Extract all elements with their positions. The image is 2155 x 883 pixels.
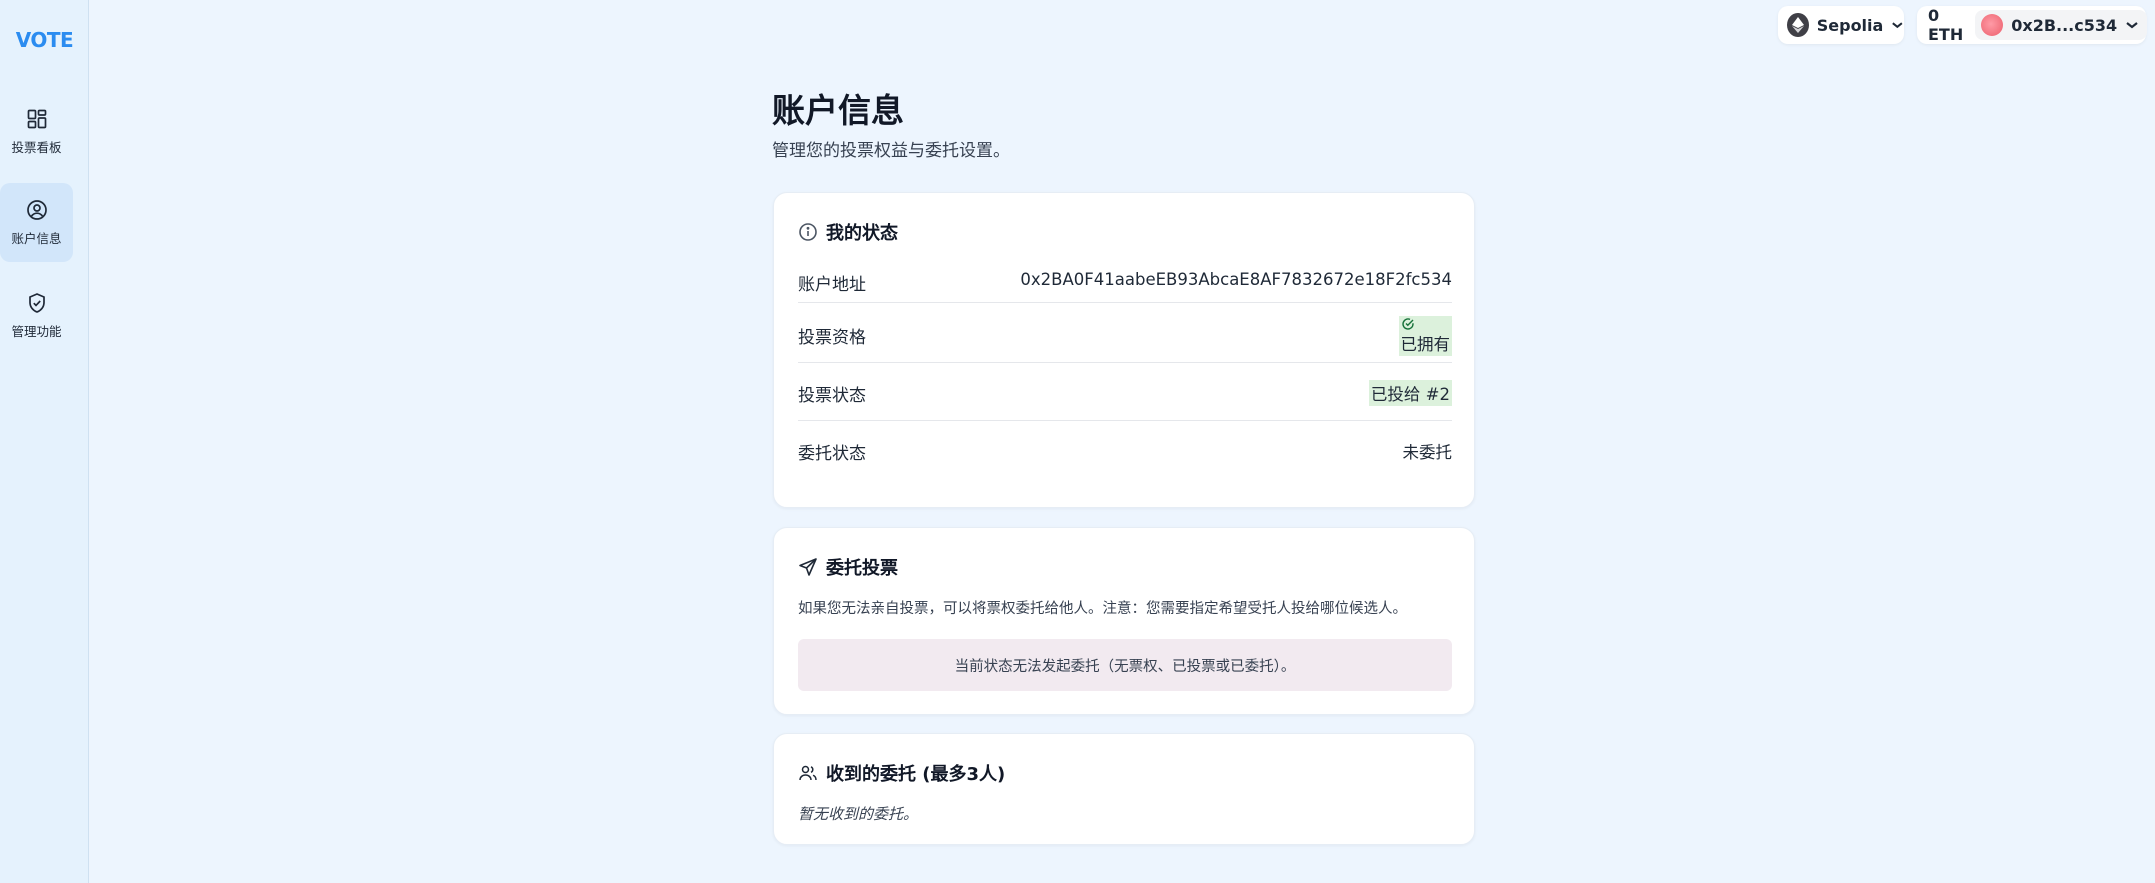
- sidebar-item-dashboard[interactable]: 投票看板: [0, 92, 73, 171]
- account-address-chip[interactable]: 0x2B...c534: [1975, 10, 2148, 40]
- row-label: 投票资格: [798, 328, 866, 348]
- user-circle-icon: [26, 200, 47, 220]
- status-row-delegation: 委托状态 未委托: [798, 421, 1452, 478]
- account-address-full[interactable]: 0x2BA0F41aabeEB93AbcaE8AF7832672e18F2fc5…: [1020, 270, 1452, 289]
- card-title: 收到的委托 (最多3人): [826, 764, 1006, 785]
- delegation-status-value: 未委托: [1402, 443, 1453, 462]
- network-name: Sepolia: [1816, 15, 1884, 35]
- my-status-card: 我的状态 账户地址 0x2BA0F41aabeEB93AbcaE8AF78326…: [773, 192, 1475, 508]
- row-label: 委托状态: [798, 444, 866, 464]
- chevron-down-icon: [2126, 22, 2138, 29]
- avatar: [1981, 14, 2004, 36]
- account-button[interactable]: 0 ETH 0x2B...c534: [1917, 6, 2148, 44]
- eth-balance: 0 ETH: [1928, 6, 1964, 44]
- send-icon: [799, 558, 817, 576]
- sidebar: VOTE 投票看板 账户信息 管理功能: [0, 0, 89, 883]
- status-row-address: 账户地址 0x2BA0F41aabeEB93AbcaE8AF7832672e18…: [798, 260, 1452, 303]
- status-row-eligibility: 投票资格 已拥有: [798, 303, 1452, 363]
- users-icon: [799, 765, 817, 781]
- empty-state-text: 暂无收到的委托。: [798, 805, 919, 823]
- eligibility-value: 已拥有: [1400, 335, 1451, 354]
- card-title: 委托投票: [826, 558, 898, 579]
- page-subtitle: 管理您的投票权益与委托设置。: [772, 141, 1010, 161]
- card-header: 委托投票: [798, 554, 898, 580]
- status-row-vote: 投票状态 已投给 #2: [798, 363, 1452, 421]
- sidebar-item-account[interactable]: 账户信息: [0, 183, 73, 262]
- delegate-disabled-notice: 当前状态无法发起委托（无票权、已投票或已委托）。: [798, 639, 1452, 691]
- shield-check-icon: [28, 293, 45, 313]
- dashboard-icon: [27, 109, 46, 129]
- network-selector[interactable]: Sepolia: [1778, 6, 1904, 44]
- sidebar-item-label: 账户信息: [11, 231, 62, 246]
- sidebar-item-admin[interactable]: 管理功能: [0, 276, 73, 355]
- delegate-description: 如果您无法亲自投票，可以将票权委托给他人。注意：您需要指定希望受托人投给哪位候选…: [798, 601, 1407, 617]
- page-title: 账户信息: [772, 91, 904, 130]
- card-title: 我的状态: [826, 223, 898, 244]
- vote-status-badge: 已投给 #2: [1368, 380, 1452, 406]
- row-label: 投票状态: [798, 386, 866, 406]
- chevron-down-icon: [1892, 22, 1903, 29]
- account-address-short: 0x2B...c534: [2011, 15, 2118, 35]
- ethereum-icon: [1787, 13, 1809, 37]
- eligibility-badge: 已拥有: [1398, 316, 1452, 356]
- card-header: 收到的委托 (最多3人): [798, 760, 1005, 786]
- delegate-vote-card: 委托投票 如果您无法亲自投票，可以将票权委托给他人。注意：您需要指定希望受托人投…: [773, 527, 1475, 715]
- card-header: 我的状态: [798, 219, 898, 245]
- sidebar-item-label: 投票看板: [11, 140, 62, 155]
- info-icon: [799, 223, 817, 241]
- sidebar-item-label: 管理功能: [11, 324, 62, 339]
- check-circle-icon: [1401, 318, 1414, 330]
- app-logo[interactable]: VOTE: [0, 28, 89, 52]
- row-label: 账户地址: [798, 275, 866, 295]
- received-delegations-card: 收到的委托 (最多3人) 暂无收到的委托。: [773, 733, 1475, 845]
